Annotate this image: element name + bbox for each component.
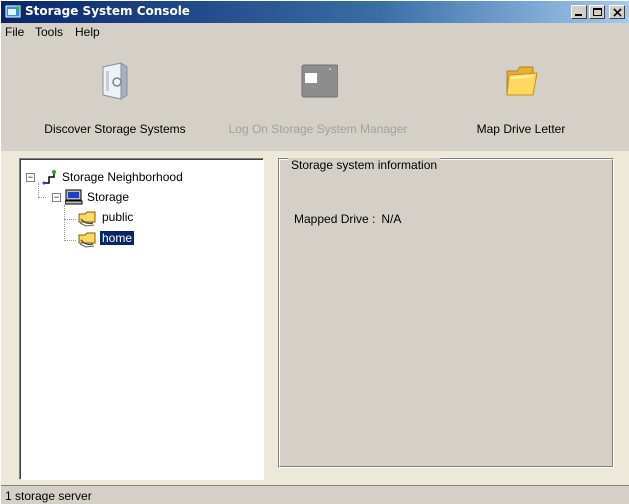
shared-folder-icon	[78, 211, 96, 227]
minimize-button[interactable]	[571, 5, 587, 19]
discover-storage-label: Discover Storage Systems	[44, 122, 186, 136]
map-drive-letter-label: Map Drive Letter	[476, 122, 566, 136]
groupbox-frame	[279, 159, 613, 467]
title-bar[interactable]: Storage System Console	[1, 1, 629, 23]
close-icon	[613, 8, 622, 17]
collapse-icon[interactable]: −	[52, 193, 61, 202]
console-window-icon	[301, 64, 338, 98]
logon-storage-manager-button[interactable]: Log On Storage System Manager	[213, 41, 423, 151]
status-bar: 1 storage server	[1, 485, 629, 504]
folder-icon	[506, 66, 538, 96]
discover-storage-button[interactable]: Discover Storage Systems	[27, 41, 203, 151]
menu-bar: File Tools Help	[1, 23, 629, 41]
logon-storage-manager-label: Log On Storage System Manager	[228, 122, 408, 136]
tree-connector	[64, 219, 76, 220]
server-icon	[102, 62, 128, 100]
menu-file[interactable]: File	[5, 25, 24, 39]
collapse-icon[interactable]: −	[26, 173, 35, 182]
tree-label-server: Storage	[87, 190, 130, 204]
maximize-button[interactable]	[589, 5, 605, 19]
minimize-icon	[575, 14, 582, 16]
tree-connector	[64, 205, 65, 241]
tree-label-public: public	[102, 210, 134, 224]
menu-help[interactable]: Help	[75, 25, 100, 39]
storage-info-groupbox	[278, 158, 614, 468]
status-text: 1 storage server	[5, 489, 92, 503]
maximize-icon	[593, 8, 602, 16]
mapped-drive-row: Mapped Drive : N/A	[294, 212, 401, 226]
tree-connector	[38, 183, 39, 197]
map-drive-letter-button[interactable]: Map Drive Letter	[461, 41, 581, 151]
shared-folder-icon	[78, 232, 96, 248]
app-icon	[5, 5, 21, 18]
window-title: Storage System Console	[25, 4, 190, 18]
mapped-drive-value: N/A	[381, 212, 402, 226]
tree-connector	[38, 197, 46, 198]
storage-tree-view[interactable]: − Storage Neighborhood − Storage public …	[19, 158, 264, 480]
tree-connector	[64, 240, 76, 241]
menu-tools[interactable]: Tools	[35, 25, 63, 39]
tree-label-root: Storage Neighborhood	[62, 170, 183, 184]
tree-label-home-selected: home	[98, 230, 136, 246]
storage-info-title: Storage system information	[288, 158, 441, 172]
mapped-drive-label: Mapped Drive :	[294, 212, 376, 226]
computer-icon	[65, 189, 83, 205]
close-button[interactable]	[609, 5, 625, 19]
network-icon	[42, 170, 56, 185]
main-window: Storage System Console File Tools Help D…	[0, 0, 629, 504]
toolbar: Discover Storage Systems Log On Storage …	[1, 41, 629, 151]
